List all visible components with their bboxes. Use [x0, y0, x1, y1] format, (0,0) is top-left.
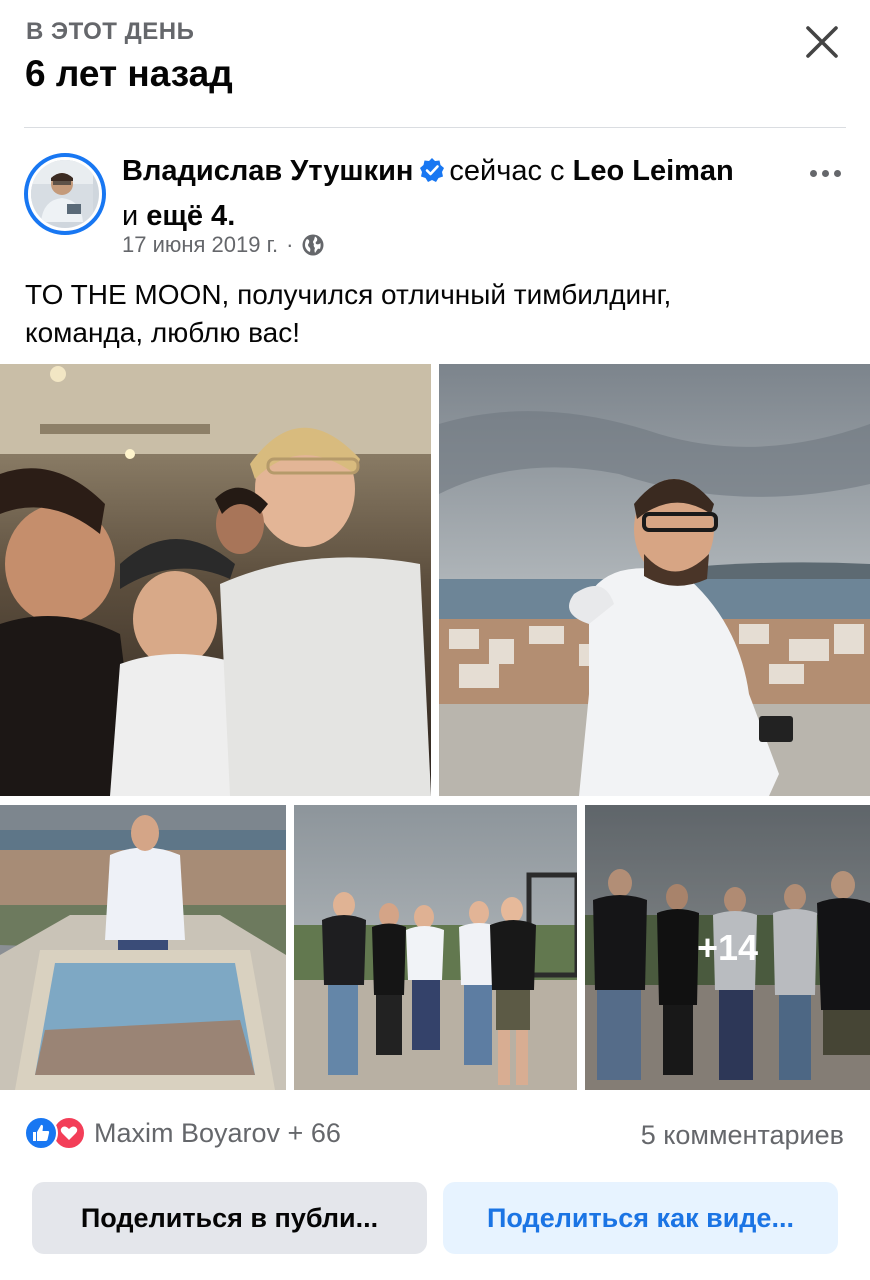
photo-map-viewpoint[interactable] — [0, 805, 286, 1090]
post-text: TO THE MOON, получился отличный тимбилди… — [25, 276, 845, 352]
avatar-image — [31, 160, 99, 228]
post-date[interactable]: 17 июня 2019 г. — [122, 232, 278, 258]
tagged-person[interactable]: Leo Leiman — [573, 155, 734, 187]
post-meta: 17 июня 2019 г. · — [122, 232, 325, 258]
memories-kicker: В ЭТОТ ДЕНЬ — [26, 18, 195, 45]
photo-city-view[interactable] — [439, 364, 870, 796]
verified-badge-icon — [419, 153, 445, 195]
close-button[interactable] — [798, 18, 846, 66]
share-video-button[interactable]: Поделиться как виде... — [443, 1182, 838, 1254]
like-reaction-icon — [24, 1116, 58, 1150]
more-dot-icon — [833, 169, 841, 177]
more-photos-count: +14 — [585, 805, 870, 1090]
header-divider — [24, 127, 846, 128]
author-name[interactable]: Владислав Утушкин — [122, 155, 413, 187]
period: . — [227, 200, 236, 232]
share-public-button[interactable]: Поделиться в публи... — [32, 1182, 427, 1254]
memories-header: В ЭТОТ ДЕНЬ 6 лет назад — [0, 0, 870, 128]
memories-title: 6 лет назад — [25, 53, 233, 94]
meta-separator: · — [286, 232, 294, 257]
reactors-text: Maxim Boyarov + 66 — [94, 1117, 341, 1148]
post-options-button[interactable] — [800, 158, 850, 188]
and-text: и — [122, 200, 139, 232]
avatar[interactable] — [24, 153, 106, 235]
more-people-link[interactable]: ещё 4 — [146, 200, 227, 232]
comments-count[interactable]: 5 комментариев — [641, 1120, 844, 1151]
close-icon — [806, 26, 838, 58]
photo-party-group[interactable] — [0, 364, 431, 796]
globe-icon — [302, 234, 324, 256]
post-text-line: TO THE MOON, получился отличный тимбилди… — [25, 279, 672, 310]
post-text-line: команда, люблю вас! — [25, 317, 301, 348]
more-dot-icon — [809, 169, 817, 177]
reactions-summary[interactable]: Maxim Boyarov + 66 — [24, 1116, 341, 1150]
post-author-line: Владислав Утушкин сейчас с Leo Leiman и ещ… — [122, 150, 792, 237]
photo-team-group-more[interactable]: +14 — [585, 805, 870, 1090]
more-dot-icon — [821, 169, 829, 177]
with-prefix: сейчас с — [449, 155, 565, 187]
photo-team-group[interactable] — [294, 805, 577, 1090]
